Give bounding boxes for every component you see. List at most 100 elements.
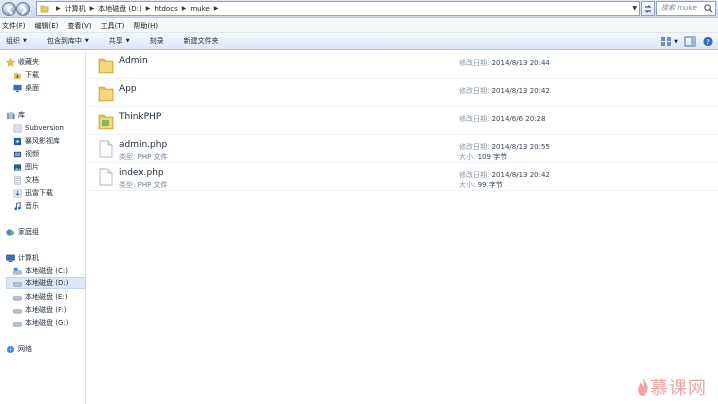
file-type: 类型: PHP 文件 (119, 152, 168, 162)
video-library-icon (13, 137, 22, 145)
drive-icon (13, 321, 22, 326)
type-value: PHP 文件 (137, 181, 168, 189)
file-icon (99, 168, 113, 186)
burn-button[interactable]: 刻录 (150, 36, 164, 46)
refresh-button[interactable] (641, 1, 655, 16)
address-dropdown-icon[interactable]: ▼ (632, 5, 637, 12)
forward-button[interactable] (16, 2, 30, 16)
chevron-down-icon: ▼ (23, 38, 27, 44)
size-label: 大小: (459, 153, 476, 161)
breadcrumb-drive-d[interactable]: 本地磁盘 (D:) (98, 4, 141, 14)
flame-icon (638, 378, 648, 396)
back-button[interactable] (2, 2, 16, 16)
file-name: Admin (119, 56, 148, 66)
sidebar-item-label: 本地磁盘 (E:) (25, 293, 68, 301)
xunlei-download-icon (13, 189, 22, 197)
desktop-icon (13, 84, 22, 92)
chevron-down-icon[interactable]: ▼ (674, 39, 678, 45)
share-label: 共享 (108, 37, 123, 45)
organize-button[interactable]: 组织 ▼ (6, 36, 27, 46)
sidebar-item-label: 视频 (25, 150, 39, 158)
include-library-button[interactable]: 包含到库中 ▼ (47, 36, 89, 46)
search-placeholder: 搜索 muke (661, 4, 697, 12)
menu-help[interactable]: 帮助(H) (133, 21, 158, 31)
sidebar-item-network[interactable]: 网络 (6, 343, 92, 355)
library-icon (6, 111, 15, 119)
share-button[interactable]: 共享 ▼ (109, 36, 130, 46)
view-options-icon[interactable] (660, 36, 672, 47)
sidebar-item-label: 本地磁盘 (D:) (25, 279, 69, 287)
modified-label: 修改日期: (459, 143, 490, 151)
breadcrumb-computer[interactable]: 计算机 (65, 4, 86, 14)
downloads-folder-icon (13, 72, 22, 79)
menu-bar: 文件(F) 编辑(E) 查看(V) 工具(T) 帮助(H) (0, 19, 718, 33)
drive-icon (13, 308, 22, 313)
view-controls: ▼ ? (654, 36, 714, 47)
sidebar-item-drive-d[interactable]: 本地磁盘 (D:) (6, 277, 86, 289)
modified-label: 修改日期: (459, 171, 490, 179)
drive-icon (13, 295, 22, 300)
network-icon (6, 345, 15, 353)
modified-value: 2014/8/13 20:42 (491, 87, 550, 95)
sidebar-item-label: 图片 (25, 163, 39, 171)
chevron-right-icon[interactable]: ▶ (90, 5, 95, 12)
modified-label: 修改日期: (459, 59, 490, 67)
sidebar-item-library[interactable]: 库 (6, 109, 92, 121)
address-field[interactable]: ▶ 计算机 ▶ 本地磁盘 (D:) ▶ htdocs ▶ muke ▶ ▼ (36, 1, 640, 16)
chevron-right-icon[interactable]: ▶ (56, 5, 61, 12)
computer-icon (6, 254, 15, 262)
chevron-right-icon[interactable]: ▶ (146, 5, 151, 12)
breadcrumb-htdocs[interactable]: htdocs (154, 5, 177, 13)
homegroup-icon (6, 228, 15, 236)
type-label: 类型: (119, 153, 136, 161)
chevron-right-icon[interactable]: ▶ (214, 5, 219, 12)
modified-value: 2014/6/6 20:28 (491, 115, 546, 123)
sidebar-item-favorites[interactable]: 收藏夹 (6, 56, 92, 68)
file-list: Admin 修改日期: 2014/8/13 20:44 App 修改日期: 20… (87, 51, 718, 404)
modified-label: 修改日期: (459, 115, 490, 123)
sidebar-item-label: 迅雷下载 (25, 189, 53, 197)
preview-pane-icon[interactable] (684, 36, 696, 47)
video-icon (13, 151, 22, 157)
burn-label: 刻录 (149, 37, 164, 45)
file-type: 类型: PHP 文件 (119, 180, 168, 190)
system-drive-icon (13, 267, 22, 274)
watermark-logo: 慕课网 (636, 374, 707, 400)
sidebar-item-computer[interactable]: 计算机 (6, 252, 92, 264)
breadcrumb-muke[interactable]: muke (190, 5, 209, 13)
breadcrumb: ▶ 计算机 ▶ 本地磁盘 (D:) ▶ htdocs ▶ muke ▶ (52, 4, 222, 14)
modified-value: 2014/8/13 20:55 (491, 143, 550, 151)
chevron-down-icon: ▼ (125, 38, 130, 44)
menu-file[interactable]: 文件(F) (2, 21, 26, 31)
chevron-down-icon: ▼ (84, 38, 89, 44)
file-row-app[interactable]: App 修改日期: 2014/8/13 20:42 (87, 79, 718, 107)
chevron-right-icon[interactable]: ▶ (182, 5, 187, 12)
sidebar-item-label: Subversion (25, 124, 64, 132)
address-bar-row: ▶ 计算机 ▶ 本地磁盘 (D:) ▶ htdocs ▶ muke ▶ ▼ 搜索… (0, 0, 718, 18)
svg-text:?: ? (706, 37, 710, 46)
new-folder-button[interactable]: 新建文件夹 (184, 36, 219, 46)
size-value: 99 字节 (477, 181, 503, 189)
file-row-admin[interactable]: Admin 修改日期: 2014/8/13 20:44 (87, 51, 718, 79)
modified-value: 2014/8/13 20:42 (491, 171, 550, 179)
sidebar-item-homegroup[interactable]: 家庭组 (6, 226, 92, 238)
sidebar-item-label: 计算机 (18, 254, 39, 262)
file-row-thinkphp[interactable]: ThinkPHP 修改日期: 2014/6/6 20:28 (87, 107, 718, 135)
help-icon[interactable]: ? (702, 36, 714, 47)
menu-view[interactable]: 查看(V) (67, 21, 91, 31)
file-row-index-php[interactable]: index.php 类型: PHP 文件 修改日期: 2014/8/13 20:… (87, 163, 718, 191)
arrow-right-icon (21, 5, 28, 15)
sidebar-item-label: 网络 (18, 345, 32, 353)
sidebar-item-label: 本地磁盘 (F:) (25, 306, 67, 314)
subversion-library-icon (13, 124, 22, 132)
file-name: admin.php (119, 140, 168, 150)
file-name: App (119, 84, 137, 94)
menu-tools[interactable]: 工具(T) (101, 21, 125, 31)
search-input[interactable]: 搜索 muke (656, 1, 716, 16)
menu-edit[interactable]: 编辑(E) (35, 21, 59, 31)
navigation-pane: 收藏夹 下载 桌面 库 Subversion 暴风影视库 视频 图片 文档 迅雷… (0, 51, 86, 404)
file-row-admin-php[interactable]: admin.php 类型: PHP 文件 修改日期: 2014/8/13 20:… (87, 135, 718, 163)
modified-value: 2014/8/13 20:44 (491, 59, 550, 67)
file-modified: 修改日期: 2014/8/13 20:44 (459, 58, 550, 68)
file-name: ThinkPHP (119, 112, 162, 122)
